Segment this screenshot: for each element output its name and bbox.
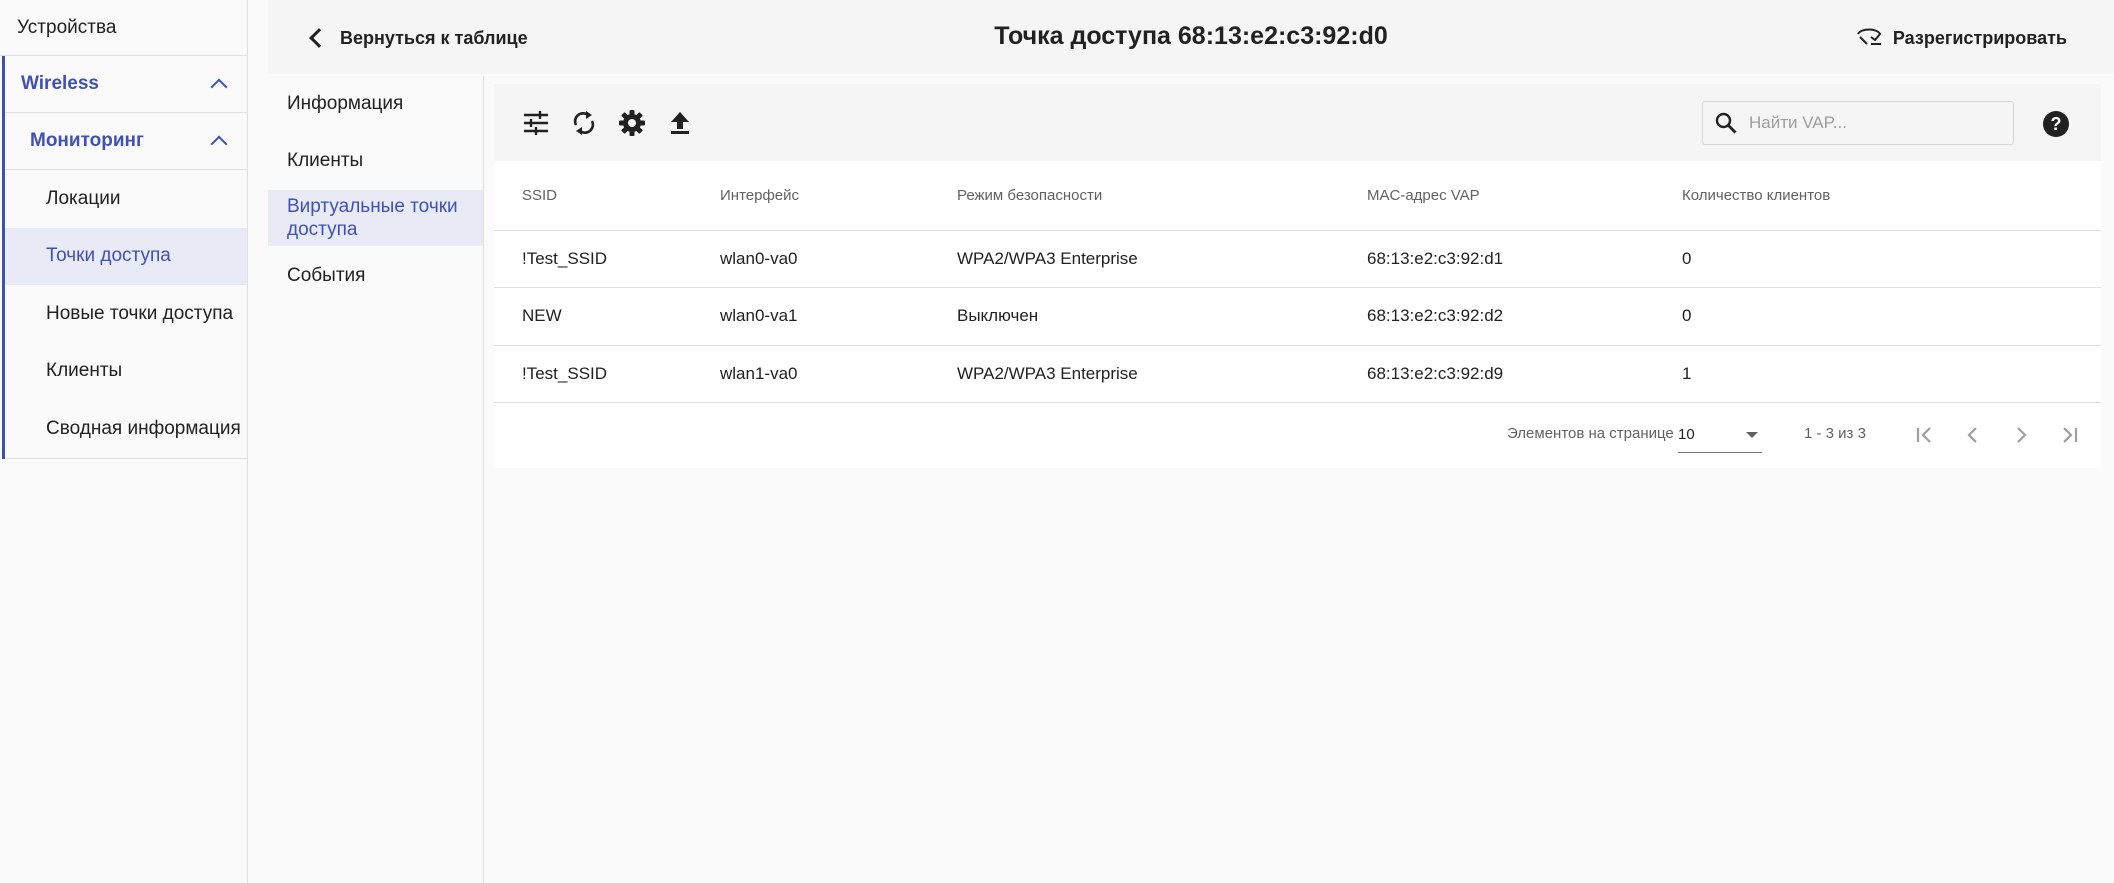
sidebar-item-label: Устройства <box>17 16 117 38</box>
table-row[interactable]: NEW wlan0-va1 Выключен 68:13:e2:c3:92:d2… <box>494 287 2101 346</box>
vap-table: SSID Интерфейс Режим безопасности MAC-ад… <box>494 161 2101 403</box>
cell-security-mode: WPA2/WPA3 Enterprise <box>957 345 1367 403</box>
sidebar-item-label: Клиенты <box>46 360 123 382</box>
tab-label: Информация <box>287 93 404 114</box>
sidebar-item-locations[interactable]: Локации <box>5 170 247 228</box>
tune-icon[interactable] <box>521 108 551 138</box>
sidebar-item-label: Сводная информация <box>46 417 241 439</box>
next-page-icon[interactable] <box>2005 419 2037 451</box>
upload-icon[interactable] <box>665 108 695 138</box>
search-input[interactable] <box>1749 113 1999 133</box>
page-range-label: 1 - 3 из 3 <box>1804 425 1866 442</box>
previous-page-icon[interactable] <box>1957 419 1989 451</box>
table-row[interactable]: !Test_SSID wlan0-va0 WPA2/WPA3 Enterpris… <box>494 230 2101 288</box>
search-field[interactable] <box>1702 101 2014 145</box>
sidebar-item-summary[interactable]: Сводная информация <box>5 400 247 458</box>
cell-vap-mac: 68:13:e2:c3:92:d2 <box>1367 287 1682 346</box>
device-subnav: Информация Клиенты Виртуальные точки дос… <box>268 76 484 883</box>
chevron-up-icon <box>210 135 228 153</box>
table-toolbar: ? <box>494 84 2101 161</box>
sidebar-items: Локации Точки доступа Новые точки доступ… <box>5 170 247 459</box>
sidebar-item-label: Точки доступа <box>46 245 171 267</box>
vap-table-card: ? SSID Интерфейс Режим безопасности MAC-… <box>494 84 2101 468</box>
table-row[interactable]: !Test_SSID wlan1-va0 WPA2/WPA3 Enterpris… <box>494 345 2101 403</box>
cell-interface: wlan1-va0 <box>720 345 957 403</box>
unregister-icon <box>1855 25 1883 52</box>
page-title: Точка доступа 68:13:e2:c3:92:d0 <box>994 22 1388 50</box>
sidebar-section-label: Wireless <box>21 73 99 94</box>
cell-interface: wlan0-va0 <box>720 230 957 288</box>
first-page-icon[interactable] <box>1909 419 1941 451</box>
cell-client-count: 0 <box>1682 230 2101 288</box>
sidebar-group-wireless: Wireless Мониторинг Локации Точки доступ… <box>2 56 247 459</box>
table-header-row: SSID Интерфейс Режим безопасности MAC-ад… <box>494 161 2101 231</box>
sidebar-section-label: Мониторинг <box>30 130 144 151</box>
last-page-icon[interactable] <box>2053 419 2085 451</box>
tab-label: Виртуальные точки доступа <box>287 196 458 240</box>
cell-vap-mac: 68:13:e2:c3:92:d9 <box>1367 345 1682 403</box>
sidebar-item-label: Новые точки доступа <box>46 302 234 324</box>
sidebar-item-label: Локации <box>46 187 121 209</box>
items-per-page-label: Элементов на странице <box>1507 425 1674 442</box>
page-size-select[interactable]: 10 <box>1678 417 1762 453</box>
sidebar-item-clients[interactable]: Клиенты <box>5 343 247 401</box>
paginator: Элементов на странице 10 1 - 3 из 3 <box>494 401 2101 468</box>
settings-icon[interactable] <box>617 108 647 138</box>
unregister-label: Разрегистрировать <box>1892 27 2067 48</box>
cell-client-count: 1 <box>1682 345 2101 403</box>
sidebar-item-devices[interactable]: Устройства <box>0 0 247 56</box>
cell-vap-mac: 68:13:e2:c3:92:d1 <box>1367 230 1682 288</box>
cell-security-mode: Выключен <box>957 287 1367 346</box>
cell-client-count: 0 <box>1682 287 2101 346</box>
unregister-button[interactable]: Разрегистрировать <box>1855 20 2067 56</box>
cell-ssid: !Test_SSID <box>494 345 720 403</box>
tab-information[interactable]: Информация <box>268 76 483 132</box>
main-sidebar: Устройства Wireless Мониторинг Локации Т… <box>0 0 248 883</box>
column-header-security-mode: Режим безопасности <box>957 161 1367 231</box>
column-header-vap-mac: MAC-адрес VAP <box>1367 161 1682 231</box>
sync-icon[interactable] <box>569 108 599 138</box>
cell-security-mode: WPA2/WPA3 Enterprise <box>957 230 1367 288</box>
tab-virtual-access-points[interactable]: Виртуальные точки доступа <box>268 190 483 246</box>
sidebar-section-wireless[interactable]: Wireless <box>5 56 247 113</box>
sidebar-section-monitoring[interactable]: Мониторинг <box>5 113 247 170</box>
page-size-value: 10 <box>1678 426 1695 443</box>
tab-clients[interactable]: Клиенты <box>268 132 483 190</box>
chevron-up-icon <box>210 78 228 96</box>
sidebar-item-new-access-points[interactable]: Новые точки доступа <box>5 285 247 343</box>
cell-interface: wlan0-va1 <box>720 287 957 346</box>
page-header: Вернуться к таблице Точка доступа 68:13:… <box>268 0 2114 74</box>
column-header-client-count: Количество клиентов <box>1682 161 2101 231</box>
cell-ssid: NEW <box>494 287 720 346</box>
column-header-ssid: SSID <box>494 161 720 231</box>
dropdown-arrow-icon <box>1746 431 1758 438</box>
column-header-interface: Интерфейс <box>720 161 957 231</box>
tab-label: События <box>287 265 366 286</box>
tab-label: Клиенты <box>287 150 364 171</box>
help-icon[interactable]: ? <box>2043 111 2069 137</box>
search-icon <box>1715 112 1737 134</box>
cell-ssid: !Test_SSID <box>494 230 720 288</box>
tab-events[interactable]: События <box>268 246 483 306</box>
sidebar-item-access-points[interactable]: Точки доступа <box>5 227 247 285</box>
